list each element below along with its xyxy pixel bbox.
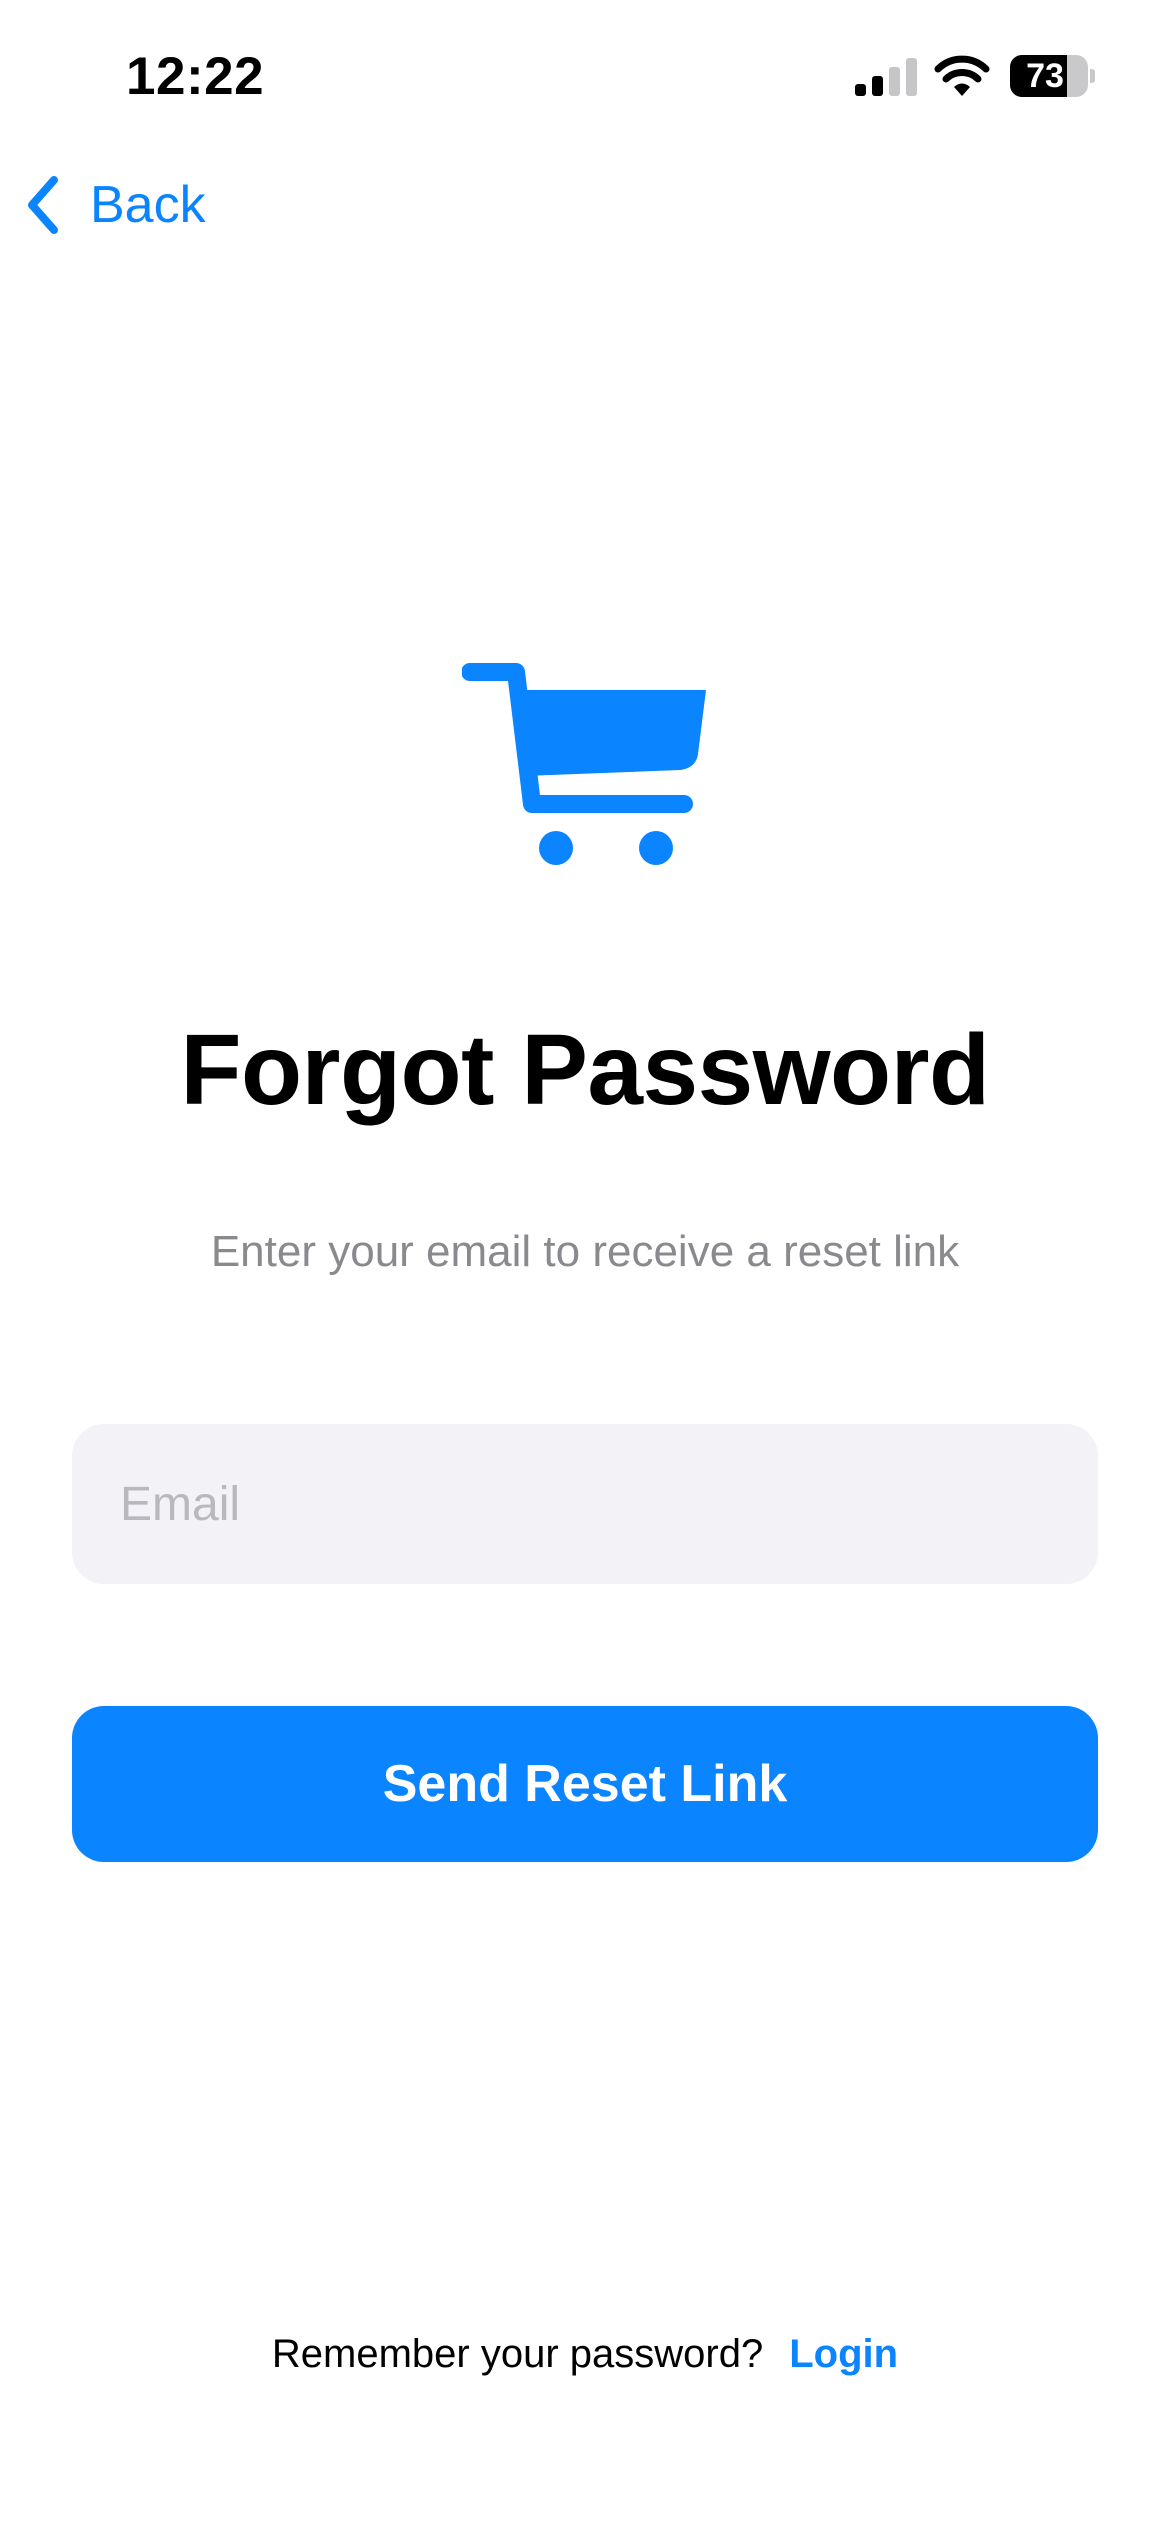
battery-cap xyxy=(1090,69,1095,83)
shopping-cart-icon xyxy=(462,663,706,865)
back-label: Back xyxy=(90,176,206,234)
send-reset-link-button[interactable]: Send Reset Link xyxy=(72,1706,1098,1862)
battery-indicator: 73 xyxy=(1010,55,1095,97)
footer: Remember your password? Login xyxy=(0,2326,1170,2382)
login-link[interactable]: Login xyxy=(789,2332,898,2376)
page-title: Forgot Password xyxy=(180,1014,990,1126)
email-field[interactable] xyxy=(72,1424,1098,1584)
wifi-icon xyxy=(934,55,990,96)
chevron-left-icon xyxy=(28,176,58,234)
battery-body: 73 xyxy=(1010,55,1088,97)
login-prompt: Remember your password? xyxy=(271,2332,764,2376)
cellular-signal-icon xyxy=(855,58,917,96)
status-time: 12:22 xyxy=(126,47,265,106)
battery-percent: 73 xyxy=(1026,57,1064,95)
page-subtitle: Enter your email to receive a reset link xyxy=(210,1227,960,1276)
back-button[interactable]: Back xyxy=(24,170,206,240)
